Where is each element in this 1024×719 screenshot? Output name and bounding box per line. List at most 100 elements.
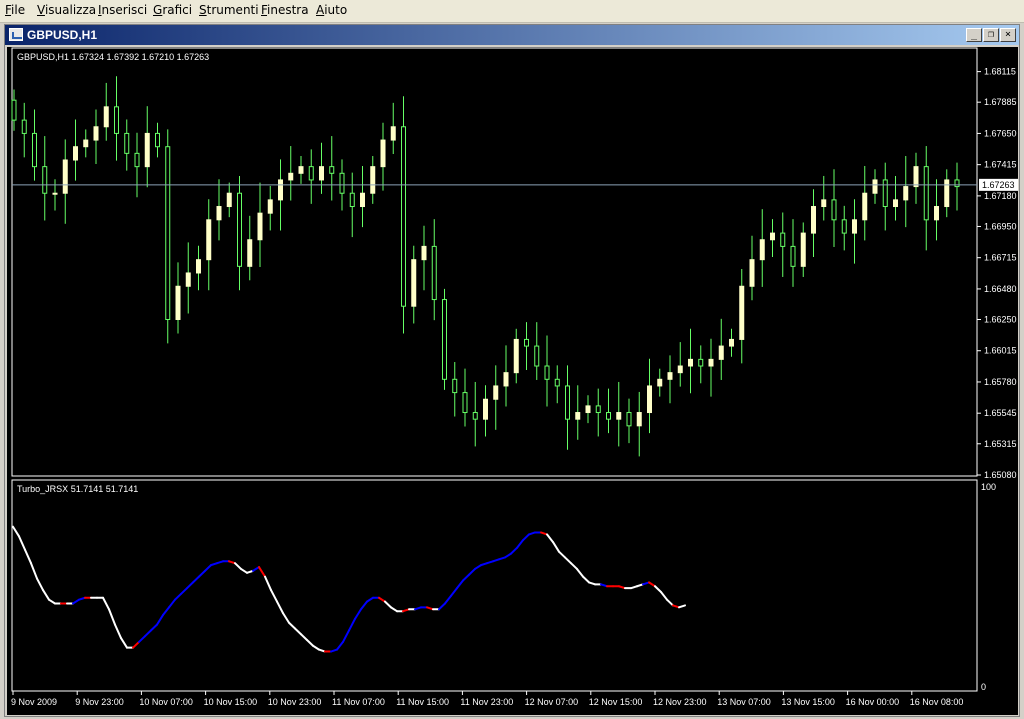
candle-body	[616, 412, 622, 420]
close-button[interactable]: ×	[1000, 28, 1016, 42]
indicator-segment	[516, 539, 524, 549]
indicator-segment	[198, 569, 206, 578]
indicator-segment	[270, 589, 278, 603]
menu-aiuto[interactable]: Aiuto	[316, 3, 347, 17]
indicator-segment	[48, 598, 56, 605]
price-tick-label: 1.67415	[984, 160, 1017, 170]
candle-body	[800, 232, 806, 267]
candle-body	[185, 272, 191, 287]
price-tick-label: 1.65780	[984, 377, 1017, 387]
candle-body	[73, 146, 78, 161]
indicator-segment	[474, 564, 482, 570]
indicator-segment	[258, 566, 266, 578]
price-tick-label: 1.66480	[984, 284, 1017, 294]
indicator-segment	[36, 577, 44, 592]
indicator-segment	[552, 541, 560, 553]
candle-body	[226, 192, 232, 208]
candle-body	[882, 179, 888, 208]
candle-body	[93, 126, 99, 141]
candle-body	[657, 378, 663, 387]
candle-body	[42, 166, 48, 194]
indicator-segment	[132, 640, 140, 649]
candle-body	[667, 372, 673, 380]
indicator-segment	[438, 602, 446, 611]
candle-body	[196, 259, 201, 274]
indicator-segment	[288, 621, 296, 630]
candle-body	[483, 398, 488, 420]
indicator-segment	[204, 564, 212, 572]
indicator-panel-label: Turbo_JRSX 51.7141 51.7141	[17, 484, 138, 494]
indicator-segment	[252, 566, 260, 572]
candle-body	[21, 119, 27, 134]
indicator-segment	[18, 535, 26, 551]
candle-body	[155, 132, 160, 148]
menu-finestra[interactable]: Finestra	[261, 3, 309, 17]
minimize-button[interactable]: _	[966, 28, 982, 42]
current-price-label: 1.67263	[982, 180, 1015, 190]
candle-body	[288, 172, 294, 181]
candle-body	[411, 259, 417, 307]
menu-strumenti[interactable]: Strumenti	[199, 3, 259, 17]
window-titlebar[interactable]: GBPUSD,H1 _ ❐ ×	[5, 25, 1019, 45]
time-tick-label: 9 Nov 23:00	[75, 697, 124, 707]
candle-body	[124, 132, 130, 154]
indicator-segment	[42, 589, 50, 601]
candle-body	[780, 232, 786, 247]
indicator-panel-frame	[11, 479, 978, 692]
candle-body	[903, 186, 909, 201]
price-tick-label: 1.66015	[984, 346, 1017, 356]
candle-body	[739, 285, 745, 340]
candle-body	[206, 219, 212, 261]
menu-grafici[interactable]: Grafici	[153, 3, 192, 17]
indicator-segment	[276, 600, 284, 615]
candle-body	[472, 412, 478, 420]
indicator-segment	[510, 546, 518, 555]
indicator-segment	[384, 600, 392, 609]
restore-button[interactable]: ❐	[983, 28, 999, 42]
indicator-segment	[570, 562, 578, 570]
candle-body	[62, 159, 68, 194]
chart-canvas[interactable]: 1.68115 1.67885 1.67650 1.67415 1.67180 1.669…	[7, 47, 1019, 715]
indicator-segment	[390, 606, 398, 613]
candle-body	[52, 192, 58, 195]
menu-visualizza[interactable]: Visualizza	[37, 3, 96, 17]
indicator-segment	[444, 594, 452, 605]
indicator-segment	[354, 608, 362, 620]
candle-body	[544, 365, 550, 380]
price-tick-label: 1.66715	[984, 253, 1017, 263]
time-tick-label: 13 Nov 15:00	[781, 697, 835, 707]
turbo-jrsx-line	[12, 525, 686, 653]
candle-body	[144, 132, 150, 168]
candle-body	[688, 358, 693, 367]
candle-body	[821, 199, 827, 208]
indicator-segment	[546, 533, 554, 544]
window-title: GBPUSD,H1	[27, 28, 98, 42]
time-tick-label: 12 Nov 07:00	[525, 697, 579, 707]
indicator-segment	[144, 629, 152, 638]
chart-window-icon	[9, 28, 23, 41]
indicator-segment	[180, 587, 188, 595]
time-tick-label: 13 Nov 07:00	[717, 697, 771, 707]
candle-body	[421, 245, 427, 261]
chart-svg[interactable]: 1.68115 1.67885 1.67650 1.67415 1.67180 1.669…	[7, 47, 1019, 715]
candle-body	[493, 385, 499, 400]
indicator-segment	[30, 562, 38, 580]
time-tick-label: 10 Nov 15:00	[204, 697, 258, 707]
indicator-segment	[342, 629, 350, 643]
indicator-segment	[294, 627, 302, 636]
candle-body	[370, 166, 376, 194]
candle-body	[278, 179, 283, 201]
candle-body	[329, 166, 335, 174]
menu-inserisci[interactable]: Inserisci	[98, 3, 147, 17]
candle-body	[841, 219, 847, 234]
time-tick-label: 12 Nov 23:00	[653, 697, 707, 707]
candle-body	[503, 372, 509, 387]
time-axis: 9 Nov 2009 9 Nov 23:00 10 Nov 07:00 10 Nov …	[11, 691, 963, 707]
indicator-segment	[120, 637, 128, 649]
indicator-segment	[186, 581, 194, 590]
candle-body	[790, 245, 796, 267]
candle-body	[852, 219, 857, 234]
price-tick-label: 1.66950	[984, 221, 1017, 231]
candle-body	[862, 192, 868, 221]
menu-file[interactable]: File	[5, 3, 25, 17]
